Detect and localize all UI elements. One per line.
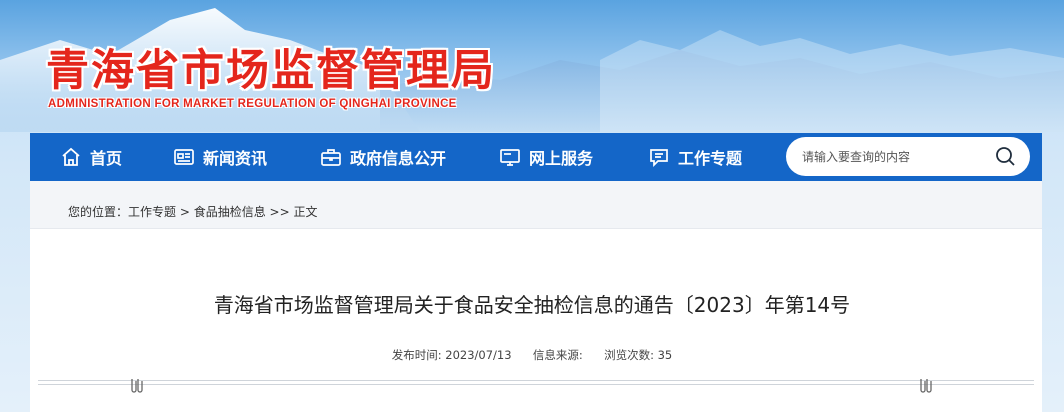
breadcrumb-item-current: 正文	[293, 205, 318, 219]
breadcrumb-separator: >	[176, 205, 194, 219]
search-input[interactable]	[802, 149, 992, 164]
chat-icon	[648, 146, 670, 168]
nav-item-label: 首页	[90, 149, 123, 168]
home-icon	[60, 146, 82, 168]
breadcrumb-separator: >>	[265, 205, 294, 219]
publish-date: 2023/07/13	[445, 348, 512, 362]
nav-item-label: 网上服务	[529, 149, 594, 168]
publish-date-label: 发布时间:	[391, 348, 442, 362]
nav-item-work-topics[interactable]: 工作专题	[648, 133, 742, 181]
source-label: 信息来源:	[532, 348, 583, 362]
nav-item-label: 政府信息公开	[350, 149, 447, 168]
views-label: 浏览次数:	[604, 348, 654, 362]
nav-item-label: 工作专题	[678, 149, 743, 168]
main-nav: 首页 新闻资讯 政府信息公开 网上服务 工作专题	[30, 133, 1042, 181]
site-header: 青海省市场监督管理局 ADMINISTRATION FOR MARKET REG…	[0, 0, 1064, 132]
nav-item-gov-info[interactable]: 政府信息公开	[320, 133, 446, 181]
breadcrumb-item-food-inspection[interactable]: 食品抽检信息	[194, 205, 266, 219]
monitor-icon	[499, 146, 521, 168]
article-meta: 发布时间: 2023/07/13 信息来源: 浏览次数: 35	[0, 347, 1064, 363]
search-box	[786, 137, 1030, 176]
nav-item-news[interactable]: 新闻资讯	[173, 133, 267, 181]
clip-right-icon	[917, 376, 935, 394]
views-count: 35	[657, 348, 673, 362]
briefcase-icon	[320, 146, 342, 168]
nav-item-home[interactable]: 首页	[60, 133, 122, 181]
divider	[38, 380, 1034, 386]
breadcrumb-bar: 您的位置：工作专题 > 食品抽检信息 >> 正文	[30, 181, 1042, 229]
clip-left-icon	[128, 376, 146, 394]
breadcrumb: 您的位置：工作专题 > 食品抽检信息 >> 正文	[68, 203, 318, 220]
article-title: 青海省市场监督管理局关于食品安全抽检信息的通告〔2023〕年第14号	[213, 293, 851, 317]
nav-item-label: 新闻资讯	[203, 149, 268, 168]
site-title: 青海省市场监督管理局	[46, 46, 496, 96]
news-icon	[173, 146, 195, 168]
site-subtitle: ADMINISTRATION FOR MARKET REGULATION OF …	[48, 98, 457, 110]
breadcrumb-prefix: 您的位置：	[68, 205, 129, 219]
nav-item-online-service[interactable]: 网上服务	[499, 133, 593, 181]
search-icon[interactable]	[994, 145, 1016, 167]
breadcrumb-item-work-topics[interactable]: 工作专题	[128, 205, 176, 219]
